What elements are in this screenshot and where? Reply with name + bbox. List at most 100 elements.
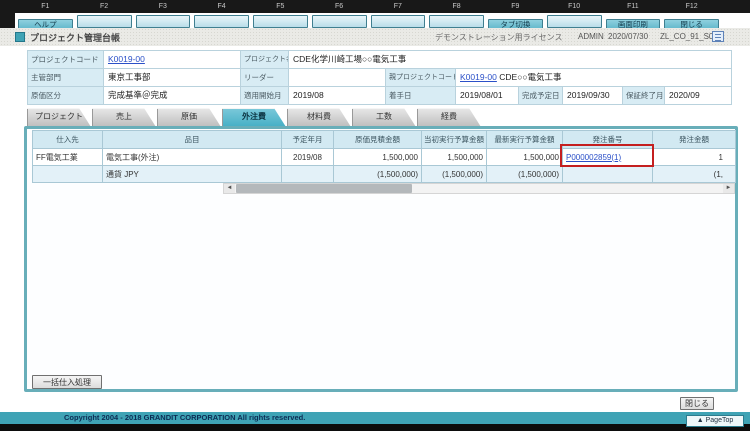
- fkey-label: F5: [276, 3, 285, 10]
- fkey-button-f8[interactable]: [429, 15, 484, 28]
- cell-supplier: [32, 165, 103, 183]
- tab-sales[interactable]: 売上: [92, 108, 156, 127]
- cell-estimate: (1,500,000): [333, 165, 422, 183]
- page-title: プロジェクト管理台帳: [30, 33, 121, 43]
- cost-class-label: 原価区分: [27, 86, 104, 105]
- fkey-button-f10[interactable]: [546, 15, 602, 28]
- cell-latest-budget: (1,500,000): [486, 165, 563, 183]
- cell-initial-budget: 1,500,000: [421, 148, 487, 166]
- fkey-label: F10: [568, 3, 581, 10]
- project-code-field: K0019-00: [103, 50, 241, 69]
- cell-item: 電気工事(外注): [102, 148, 282, 166]
- project-code-link[interactable]: K0019-00: [108, 54, 145, 64]
- close-button[interactable]: 閉じる: [680, 397, 714, 410]
- copyright-text: Copyright 2004 - 2018 GRANDIT CORPORATIO…: [64, 413, 306, 422]
- cell-order-amount: (1,: [652, 165, 736, 183]
- tab-subcontract[interactable]: 外注費: [222, 108, 286, 127]
- leader-value: [288, 68, 386, 87]
- col-header-month: 予定年月: [281, 130, 334, 149]
- leader-label: リーダー: [240, 68, 289, 87]
- user-name: ADMIN: [578, 32, 604, 41]
- warranty-label: 保証終了月: [622, 86, 665, 105]
- dept-label: 主管部門: [27, 68, 104, 87]
- table-row: 通貨 JPY (1,500,000) (1,500,000) (1,500,00…: [32, 165, 736, 183]
- cell-order-no: [562, 165, 653, 183]
- fkey-button-f2[interactable]: [76, 15, 132, 28]
- cell-initial-budget: (1,500,000): [421, 165, 487, 183]
- bottom-border-bar: [0, 424, 750, 431]
- table-row: FF電気工業 電気工事(外注) 2019/08 1,500,000 1,500,…: [32, 148, 736, 166]
- app-window: F1 F2 F3 F4 F5 F6 F7 F8 F9 F10 F11 F12 ヘ…: [0, 0, 750, 431]
- apply-month-value: 2019/08: [288, 86, 386, 105]
- tab-material[interactable]: 材料費: [287, 108, 351, 127]
- memo-icon[interactable]: [712, 31, 724, 42]
- parent-project-code-label: 親プロジェクトコード: [385, 68, 456, 87]
- end-date-value: 2019/09/30: [562, 86, 623, 105]
- fkey-label: F2: [100, 3, 109, 10]
- scroll-left-arrow-icon[interactable]: ◄: [224, 184, 235, 193]
- fkey-label: F9: [511, 3, 520, 10]
- warranty-value: 2020/09: [664, 86, 732, 105]
- tab-project[interactable]: プロジェクト: [27, 108, 91, 127]
- horizontal-scrollbar[interactable]: ◄ ►: [223, 183, 735, 194]
- tab-cost[interactable]: 原価: [157, 108, 221, 127]
- order-number-link[interactable]: P000002859(1): [566, 153, 621, 162]
- col-header-initial-budget: 当初実行予算金額: [421, 130, 487, 149]
- col-header-order-no: 発注番号: [562, 130, 653, 149]
- cell-supplier: FF電気工業: [32, 148, 103, 166]
- fkey-label: F3: [158, 3, 167, 10]
- fkey-button-f5[interactable]: [253, 15, 308, 28]
- tab-expenses[interactable]: 経費: [417, 108, 481, 127]
- project-name-value: CDE化学川崎工場○○電気工事: [288, 50, 732, 69]
- app-icon: [15, 32, 25, 42]
- end-date-label: 完成予定日: [518, 86, 563, 105]
- fkey-label: F8: [452, 3, 461, 10]
- footer-bar: Copyright 2004 - 2018 GRANDIT CORPORATIO…: [0, 412, 750, 424]
- tab-manhours[interactable]: 工数: [352, 108, 416, 127]
- start-date-label: 着手日: [385, 86, 456, 105]
- col-header-item: 品目: [102, 130, 282, 149]
- cell-month: [281, 165, 334, 183]
- cell-estimate: 1,500,000: [333, 148, 422, 166]
- fkey-button-f6[interactable]: [311, 15, 367, 28]
- fkey-label: F4: [217, 3, 226, 10]
- dept-value: 東京工事部: [103, 68, 241, 87]
- apply-month-label: 適用開始月: [240, 86, 289, 105]
- cell-month: 2019/08: [281, 148, 334, 166]
- corner-fill: [0, 0, 15, 28]
- cost-class-value: 完成基準＠完成: [103, 86, 241, 105]
- fkey-button-bar: ヘルプ タブ切換 画面印刷 閉じる: [16, 13, 721, 32]
- batch-purchase-button[interactable]: 一括仕入処理: [32, 375, 102, 389]
- col-header-estimate: 原価見積金額: [333, 130, 422, 149]
- project-code-label: プロジェクトコード: [27, 50, 104, 69]
- parent-project-name: CDE○○電気工事: [499, 72, 562, 82]
- cell-order-amount: 1: [652, 148, 736, 166]
- fkey-label: F7: [393, 3, 402, 10]
- subcontract-grid: 仕入先 品目 予定年月 原価見積金額 当初実行予算金額 最新実行予算金額 発注番…: [32, 130, 736, 183]
- scroll-right-arrow-icon[interactable]: ►: [723, 184, 734, 193]
- system-date: 2020/07/30: [608, 32, 649, 41]
- col-header-order-amount: 発注金額: [652, 130, 736, 149]
- scrollbar-thumb[interactable]: [236, 184, 412, 193]
- cell-order-no: P000002859(1): [562, 148, 653, 166]
- start-date-value: 2019/08/01: [455, 86, 519, 105]
- fkey-label: F1: [41, 3, 50, 10]
- title-bar: プロジェクト管理台帳 デモンストレーション用ライセンス ADMIN 2020/0…: [0, 28, 750, 46]
- fkey-label-bar: F1 F2 F3 F4 F5 F6 F7 F8 F9 F10 F11 F12: [0, 0, 750, 13]
- fkey-button-f3[interactable]: [135, 15, 191, 28]
- cell-latest-budget: 1,500,000: [486, 148, 563, 166]
- parent-project-code-link[interactable]: K0019-00: [460, 72, 497, 82]
- fkey-button-f4[interactable]: [194, 15, 249, 28]
- parent-project-value: K0019-00 CDE○○電気工事: [455, 68, 732, 87]
- fkey-button-f7[interactable]: [370, 15, 426, 28]
- col-header-latest-budget: 最新実行予算金額: [486, 130, 563, 149]
- fkey-label: F6: [335, 3, 344, 10]
- fkey-label: F12: [685, 3, 698, 10]
- fkey-label: F11: [627, 3, 639, 10]
- license-text: デモンストレーション用ライセンス: [435, 33, 563, 42]
- project-name-label: プロジェクト名: [240, 50, 289, 69]
- cell-item: 通貨 JPY: [102, 165, 282, 183]
- col-header-supplier: 仕入先: [32, 130, 103, 149]
- page-top-link[interactable]: ▲ PageTop: [686, 415, 744, 427]
- screen-code: ZL_CO_91_S06: [660, 32, 718, 41]
